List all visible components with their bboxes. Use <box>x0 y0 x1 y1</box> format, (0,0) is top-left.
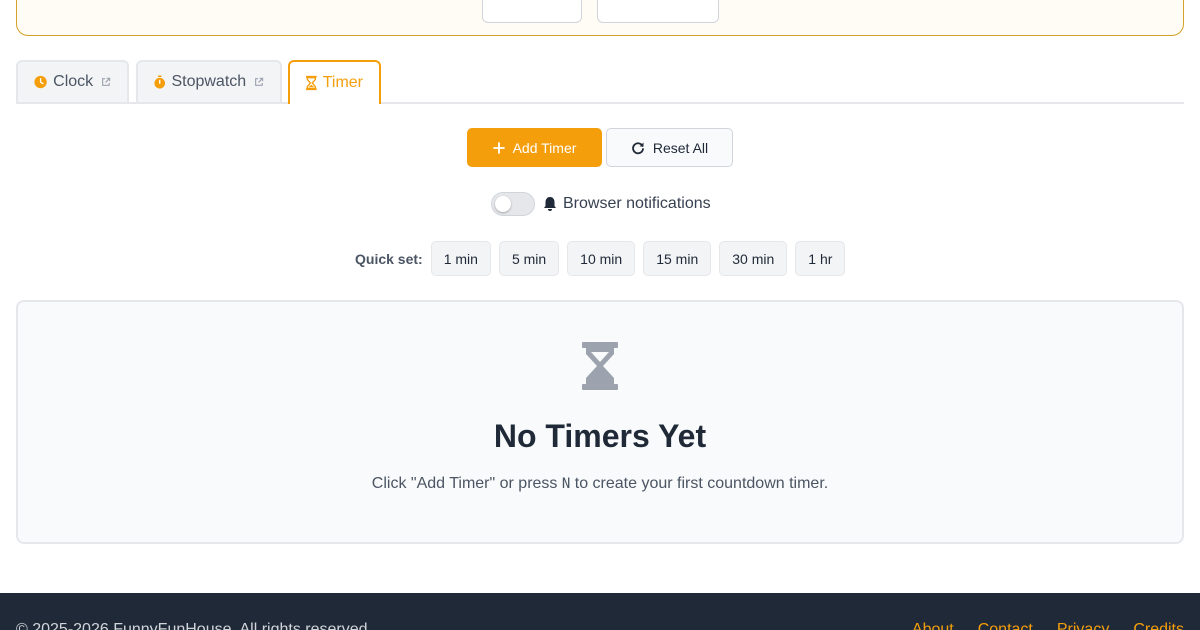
quick-set-5-min[interactable]: 5 min <box>498 241 560 276</box>
top-panel-button-1[interactable] <box>482 0 582 23</box>
bell-icon <box>544 197 556 211</box>
external-link-icon <box>102 77 111 86</box>
footer-copyright: © 2025-2026 FunnyFunHouse. All rights re… <box>16 621 372 630</box>
footer-link-credits[interactable]: Credits <box>1133 621 1184 630</box>
rotate-right-icon <box>632 141 644 154</box>
empty-state-text-after: to create your first countdown timer. <box>570 475 829 492</box>
plus-icon <box>492 141 505 154</box>
empty-state-title: No Timers Yet <box>493 418 707 454</box>
reset-all-label: Reset All <box>652 139 709 156</box>
footer: © 2025-2026 FunnyFunHouse. All rights re… <box>0 593 1200 630</box>
quick-set-15-min[interactable]: 15 min <box>643 241 712 276</box>
footer-links: About Contact Privacy Credits <box>912 621 1184 630</box>
tab-label: Clock <box>53 73 94 90</box>
tab-bar: Clock Stopwatch Timer <box>16 60 1184 104</box>
hourglass-icon <box>582 342 618 390</box>
hourglass-icon <box>306 75 317 91</box>
tab-timer[interactable]: Timer <box>288 60 381 104</box>
clock-icon <box>34 75 47 89</box>
notifications-label-wrap: Browser notifications <box>543 195 711 213</box>
footer-link-about[interactable]: About <box>912 621 954 630</box>
quick-set-1-min[interactable]: 1 min <box>430 241 491 276</box>
tab-label: Timer <box>322 74 363 91</box>
toggle-knob <box>495 196 511 212</box>
top-panel-button-2[interactable] <box>597 0 719 23</box>
stopwatch-icon <box>154 75 166 89</box>
quick-set-10-min[interactable]: 10 min <box>567 241 636 276</box>
tab-label: Stopwatch <box>171 73 247 90</box>
footer-link-privacy[interactable]: Privacy <box>1057 621 1109 630</box>
notifications-label: Browser notifications <box>563 195 711 212</box>
notifications-row: Browser notifications <box>491 192 711 216</box>
reset-all-button[interactable]: Reset All <box>606 128 733 167</box>
external-link-icon <box>255 77 264 86</box>
add-timer-button[interactable]: Add Timer <box>467 128 602 167</box>
quick-set-30-min[interactable]: 30 min <box>719 241 788 276</box>
tab-stopwatch[interactable]: Stopwatch <box>136 60 282 102</box>
quick-set-bar: Quick set: 1 min 5 min 10 min 15 min 30 … <box>355 241 846 276</box>
footer-link-contact[interactable]: Contact <box>978 621 1033 630</box>
empty-state-text-before: Click "Add Timer" or press <box>371 475 562 492</box>
top-panel <box>16 0 1184 36</box>
empty-state-description: Click "Add Timer" or press N to create y… <box>18 475 1182 493</box>
quick-set-1-hr[interactable]: 1 hr <box>795 241 846 276</box>
quick-set-label: Quick set: <box>355 250 423 267</box>
add-timer-label: Add Timer <box>512 139 577 156</box>
empty-state: No Timers Yet Click "Add Timer" or press… <box>16 300 1184 544</box>
notifications-toggle[interactable] <box>491 192 535 216</box>
tab-clock[interactable]: Clock <box>16 60 129 102</box>
